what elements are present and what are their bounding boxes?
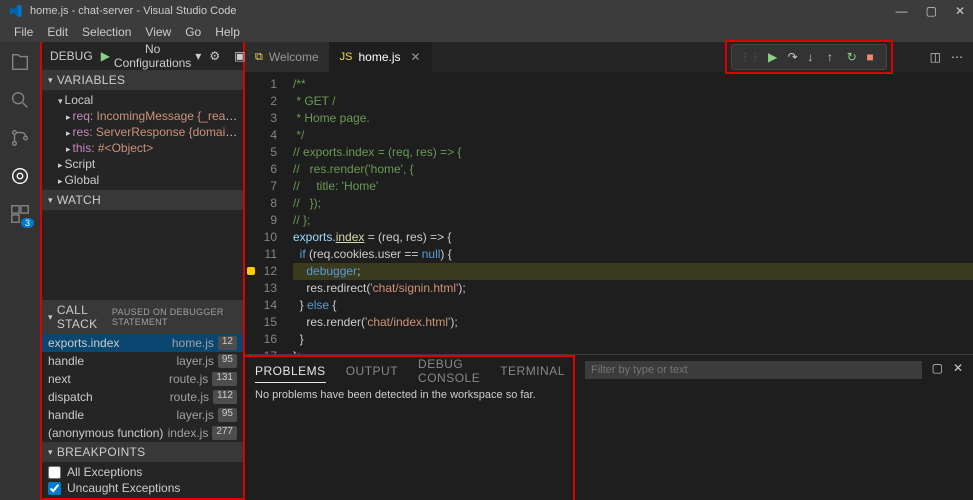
extensions-badge: 3 [21,218,34,228]
activity-bar: 3 [0,42,40,500]
panel-close-icon[interactable]: ✕ [953,361,963,375]
filter-input[interactable] [585,361,922,379]
current-breakpoint-icon [247,267,255,275]
welcome-icon: ⧉ [255,51,263,64]
js-file-icon: JS [340,51,353,63]
debug-config-dropdown[interactable]: ▶No Configurations▾ [101,42,202,70]
split-editor-icon[interactable]: ◫ [930,50,941,64]
explorer-icon[interactable] [8,50,32,74]
tab-home-js[interactable]: JS home.js ✕ [330,42,432,72]
local-label: Local [65,93,94,107]
drag-handle-icon[interactable]: ⋮⋮ [740,52,760,63]
tab-welcome-label: Welcome [269,50,319,64]
menu-selection[interactable]: Selection [76,23,137,41]
minimize-button[interactable]: — [896,4,908,18]
variables-label: VARIABLES [57,73,126,87]
tab-welcome[interactable]: ⧉ Welcome [245,42,330,72]
debug-label: DEBUG [50,49,93,63]
variable-this[interactable]: ▸this: #<Object> [52,140,243,156]
debug-sidebar: DEBUG ▶No Configurations▾ ⚙ ▣ ▾VARIABLES… [40,42,245,500]
vscode-icon [8,4,22,18]
maximize-button[interactable]: ▢ [926,4,937,18]
debug-header: DEBUG ▶No Configurations▾ ⚙ ▣ [42,42,243,70]
code-content[interactable]: /** * GET / * Home page. */ // exports.i… [289,72,973,354]
search-icon[interactable] [8,88,32,112]
restart-button[interactable]: ↻ [847,50,859,64]
debug-settings-icon[interactable]: ⚙ [209,49,220,63]
menu-help[interactable]: Help [209,23,246,41]
tab-problems[interactable]: PROBLEMS [255,360,326,383]
callstack-row[interactable]: dispatchroute.js112 [42,388,243,406]
stop-button[interactable]: ■ [866,50,878,64]
panel-tabs: PROBLEMS OUTPUT DEBUG CONSOLE TERMINAL [245,357,573,385]
step-into-button[interactable]: ↓ [807,50,819,64]
close-icon[interactable]: ✕ [411,50,421,64]
bp-all-checkbox[interactable] [48,466,61,479]
debug-toolbar[interactable]: ⋮⋮ ▶ ↷ ↓ ↑ ↻ ■ [731,44,887,70]
variables-script[interactable]: ▸Script [52,156,243,172]
breakpoint-all-exceptions[interactable]: All Exceptions [48,464,237,480]
debug-console-icon[interactable]: ▣ [234,49,245,63]
variables-section-header[interactable]: ▾VARIABLES [42,70,243,90]
window-controls: — ▢ ✕ [896,4,965,18]
tab-output[interactable]: OUTPUT [346,360,398,382]
callstack-status: PAUSED ON DEBUGGER STATEMENT [112,307,237,327]
more-actions-icon[interactable]: ⋯ [951,50,963,64]
tab-debug-console[interactable]: DEBUG CONSOLE [418,353,480,389]
menu-view[interactable]: View [139,23,177,41]
editor-actions: ◫ ⋯ [930,42,973,72]
breakpoints-section-header[interactable]: ▾BREAKPOINTS [42,442,243,462]
debug-config-label: No Configurations [114,42,191,70]
watch-body [42,210,243,300]
tab-bar: ⧉ Welcome JS home.js ✕ ◫ ⋯ ⋮⋮ ▶ ↷ ↓ ↑ ↻ ■ [245,42,973,72]
breakpoints-body: All Exceptions Uncaught Exceptions [42,462,243,498]
breakpoints-label: BREAKPOINTS [57,445,146,459]
menu-bar: File Edit Selection View Go Help [0,22,973,42]
watch-section-header[interactable]: ▾WATCH [42,190,243,210]
menu-go[interactable]: Go [179,23,207,41]
editor-zone: ⧉ Welcome JS home.js ✕ ◫ ⋯ ⋮⋮ ▶ ↷ ↓ ↑ ↻ ■ 1… [245,42,973,500]
callstack-row[interactable]: exports.indexhome.js12 [42,334,243,352]
callstack-row[interactable]: handlelayer.js95 [42,406,243,424]
menu-edit[interactable]: Edit [41,23,74,41]
bp-uncaught-checkbox[interactable] [48,482,61,495]
close-button[interactable]: ✕ [955,4,965,18]
variables-global[interactable]: ▸Global [52,172,243,188]
panel-maximize-icon[interactable]: ▢ [932,361,943,375]
breakpoint-uncaught-exceptions[interactable]: Uncaught Exceptions [48,480,237,496]
continue-button[interactable]: ▶ [768,50,780,64]
callstack-row[interactable]: (anonymous function)index.js277 [42,424,243,442]
gutter: 1234567891011121314151617 [245,72,289,354]
menu-file[interactable]: File [8,23,39,41]
callstack-section-header[interactable]: ▾CALL STACKPAUSED ON DEBUGGER STATEMENT [42,300,243,334]
callstack-label: CALL STACK [57,303,112,331]
callstack-body: exports.indexhome.js12 handlelayer.js95 … [42,334,243,442]
watch-label: WATCH [57,193,101,207]
tab-home-label: home.js [359,50,401,64]
variable-res[interactable]: ▸res: ServerResponse {domain: null,… [52,124,243,140]
variables-local[interactable]: ▾Local [52,92,243,108]
step-over-button[interactable]: ↷ [788,50,800,64]
extensions-icon[interactable]: 3 [8,202,32,226]
variables-body: ▾Local ▸req: IncomingMessage {_readableS… [42,90,243,190]
problems-panel: PROBLEMS OUTPUT DEBUG CONSOLE TERMINAL N… [245,355,575,500]
bottom-panel: PROBLEMS OUTPUT DEBUG CONSOLE TERMINAL N… [245,354,973,500]
callstack-row[interactable]: handlelayer.js95 [42,352,243,370]
step-out-button[interactable]: ↑ [827,50,839,64]
problems-message: No problems have been detected in the wo… [245,385,573,405]
code-editor[interactable]: 1234567891011121314151617 /** * GET / * … [245,72,973,354]
callstack-row[interactable]: nextroute.js131 [42,370,243,388]
tab-terminal[interactable]: TERMINAL [500,360,565,382]
window-title: home.js - chat-server - Visual Studio Co… [30,5,896,17]
source-control-icon[interactable] [8,126,32,150]
title-bar: home.js - chat-server - Visual Studio Co… [0,0,973,22]
debug-icon[interactable] [8,164,32,188]
panel-right-controls: ▢ ✕ [575,355,973,500]
variable-req[interactable]: ▸req: IncomingMessage {_readableSta… [52,108,243,124]
